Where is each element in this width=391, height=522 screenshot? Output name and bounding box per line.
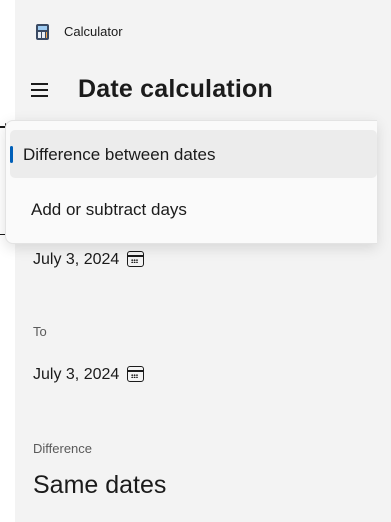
from-date-picker[interactable]: July 3, 2024 bbox=[33, 251, 145, 269]
calendar-icon[interactable] bbox=[127, 251, 145, 267]
option-label: Difference between dates bbox=[23, 145, 216, 164]
title-bar: Calculator bbox=[15, 0, 391, 60]
to-date-value: July 3, 2024 bbox=[33, 366, 120, 383]
difference-result: Same dates bbox=[33, 471, 167, 499]
hamburger-icon[interactable] bbox=[31, 83, 48, 97]
to-date-picker[interactable]: July 3, 2024 bbox=[33, 366, 145, 384]
calculator-window: Calculator Date calculation July 3, 2024… bbox=[15, 0, 391, 522]
app-title: Calculator bbox=[64, 24, 123, 39]
from-date-value: July 3, 2024 bbox=[33, 251, 120, 268]
calculator-icon bbox=[36, 24, 49, 40]
option-label: Add or subtract days bbox=[31, 200, 187, 219]
page-title: Date calculation bbox=[78, 75, 273, 103]
calendar-icon[interactable] bbox=[127, 366, 145, 382]
mode-dropdown: Difference between dates Add or subtract… bbox=[5, 120, 377, 244]
option-difference-between-dates[interactable]: Difference between dates bbox=[10, 130, 377, 178]
to-label: To bbox=[33, 324, 47, 339]
difference-label: Difference bbox=[33, 441, 93, 456]
selection-indicator bbox=[10, 146, 13, 163]
option-add-or-subtract-days[interactable]: Add or subtract days bbox=[10, 185, 377, 233]
